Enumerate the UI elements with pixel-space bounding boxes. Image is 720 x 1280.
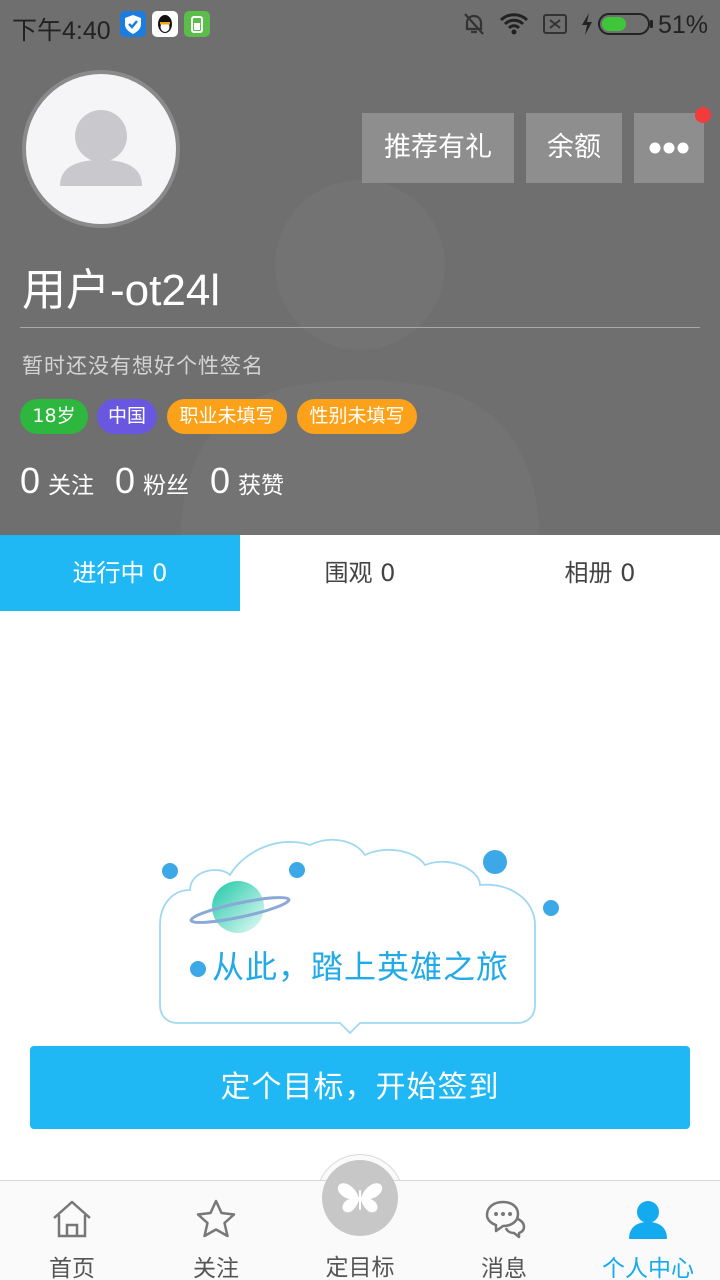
header-divider bbox=[20, 327, 700, 328]
cloud-planet-illustration bbox=[159, 838, 559, 1035]
signature[interactable]: 暂时还没有想好个性签名 bbox=[22, 350, 264, 380]
nav-set-goal-label: 定目标 bbox=[325, 1255, 395, 1280]
tab-bar: 进行中 0 围观 0 相册 0 bbox=[0, 535, 720, 611]
default-user-icon bbox=[60, 110, 142, 186]
person-icon bbox=[629, 1201, 667, 1239]
fans-label: 粉丝 bbox=[143, 473, 190, 499]
following-label: 关注 bbox=[48, 473, 95, 499]
nav-home[interactable]: 首页 bbox=[0, 1181, 144, 1280]
following-count: 0 bbox=[20, 460, 41, 501]
nav-follow[interactable]: 关注 bbox=[144, 1181, 288, 1280]
following-stat[interactable]: 0 关注 bbox=[20, 460, 94, 502]
more-dots-icon bbox=[649, 142, 689, 154]
country-tag: 中国 bbox=[97, 399, 157, 434]
status-bar: 下午4:40 51% bbox=[0, 0, 720, 50]
nav-messages-label: 消息 bbox=[481, 1256, 527, 1280]
nav-profile[interactable]: 个人中心 bbox=[576, 1181, 720, 1280]
battery-app-icon bbox=[184, 11, 210, 37]
recommend-gift-button[interactable]: 推荐有礼 bbox=[362, 113, 514, 183]
gender-tag: 性别未填写 bbox=[297, 399, 417, 434]
likes-stat[interactable]: 0 获赞 bbox=[210, 460, 284, 502]
tab-watching[interactable]: 围观 0 bbox=[240, 535, 480, 611]
shield-app-icon bbox=[120, 11, 146, 37]
job-tag: 职业未填写 bbox=[167, 399, 287, 434]
balance-button[interactable]: 余额 bbox=[526, 113, 622, 183]
avatar[interactable] bbox=[22, 70, 180, 228]
nav-profile-label: 个人中心 bbox=[602, 1256, 694, 1280]
fans-count: 0 bbox=[115, 460, 136, 501]
chat-bubbles-icon bbox=[485, 1200, 526, 1239]
username: 用户-ot24l bbox=[22, 266, 221, 315]
age-tag: 18岁 bbox=[20, 399, 88, 434]
fans-stat[interactable]: 0 粉丝 bbox=[115, 460, 189, 502]
battery-icon bbox=[598, 13, 653, 35]
more-button[interactable] bbox=[634, 113, 704, 183]
slogan: 从此，踏上英雄之旅 bbox=[212, 948, 510, 986]
nav-follow-label: 关注 bbox=[193, 1256, 239, 1280]
nav-set-goal[interactable] bbox=[322, 1160, 398, 1236]
set-goal-cta-button[interactable]: 定个目标，开始签到 bbox=[30, 1046, 690, 1129]
butterfly-icon bbox=[337, 1183, 383, 1213]
notification-dot bbox=[695, 107, 711, 123]
mute-bell-icon bbox=[464, 13, 484, 35]
likes-count: 0 bbox=[210, 460, 231, 501]
home-icon bbox=[53, 1200, 91, 1238]
no-sim-icon bbox=[543, 14, 567, 34]
wifi-icon bbox=[499, 13, 529, 35]
nav-home-label: 首页 bbox=[49, 1256, 95, 1280]
charging-bolt-icon bbox=[582, 13, 592, 35]
likes-label: 获赞 bbox=[238, 473, 285, 499]
tab-in-progress[interactable]: 进行中 0 bbox=[0, 535, 240, 611]
qq-penguin-icon bbox=[152, 11, 178, 37]
star-icon bbox=[196, 1199, 236, 1238]
status-time: 下午4:40 bbox=[12, 17, 111, 45]
nav-messages[interactable]: 消息 bbox=[432, 1181, 576, 1280]
battery-percent: 51% bbox=[657, 11, 708, 39]
tab-album[interactable]: 相册 0 bbox=[480, 535, 720, 611]
